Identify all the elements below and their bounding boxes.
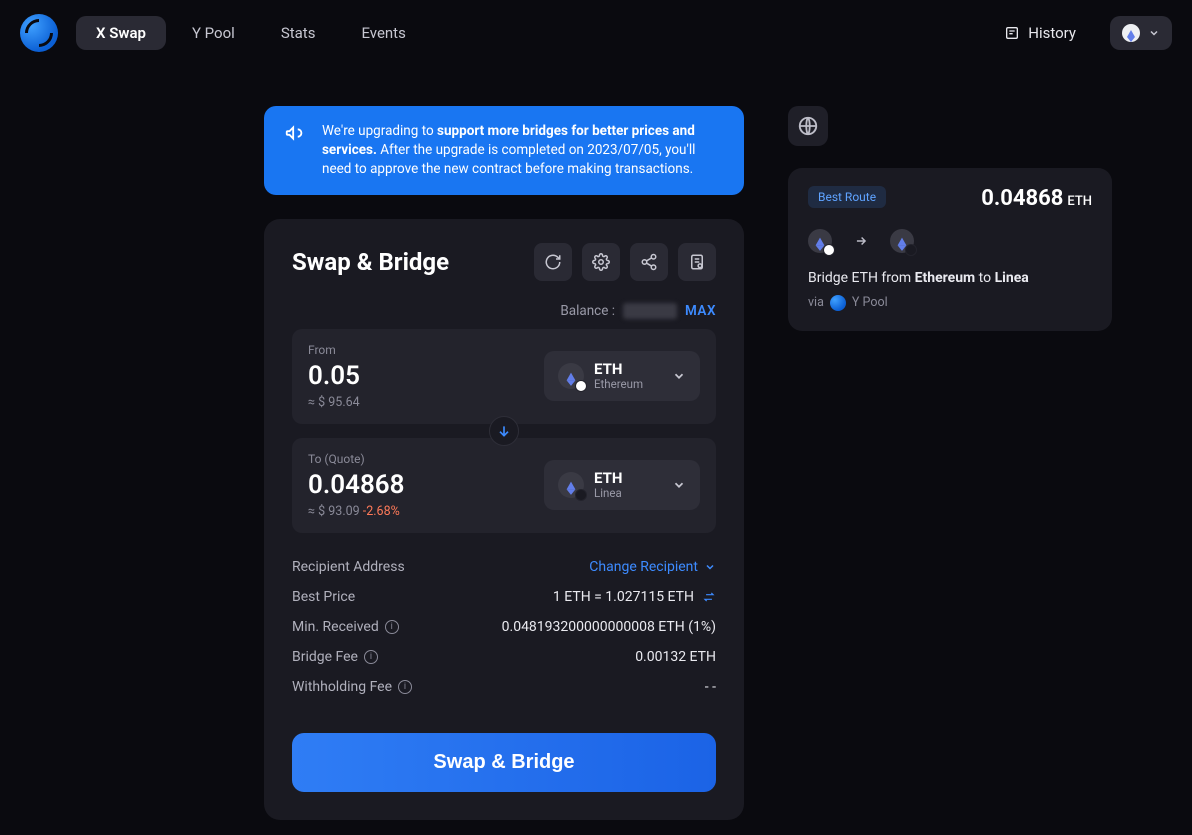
refresh-button[interactable]	[534, 243, 572, 281]
to-fiat-delta: -2.68%	[363, 504, 400, 519]
min-received-value: 0.048193200000000008 ETH (1%)	[502, 619, 716, 635]
chain-select[interactable]	[1110, 16, 1172, 50]
min-received-label: Min. Received	[292, 619, 379, 635]
from-box: From 0.05 ≈ $ 95.64 ETH Ethereum	[292, 329, 716, 424]
chevron-down-icon	[672, 369, 686, 383]
nav-tab-xswap[interactable]: X Swap	[76, 16, 166, 50]
info-icon[interactable]: i	[398, 680, 412, 694]
card-title: Swap & Bridge	[292, 248, 449, 276]
balance-label: Balance :	[560, 303, 615, 319]
settings-button[interactable]	[582, 243, 620, 281]
best-price-label: Best Price	[292, 589, 355, 605]
nav-tab-stats[interactable]: Stats	[261, 16, 336, 50]
history-button[interactable]: History	[990, 16, 1090, 50]
best-route-badge: Best Route	[808, 186, 886, 208]
share-button[interactable]	[630, 243, 668, 281]
route-card[interactable]: Best Route 0.04868 ETH Bridge ETH from Et…	[788, 168, 1112, 331]
from-token-select[interactable]: ETH Ethereum	[544, 351, 700, 402]
withholding-fee-label: Withholding Fee	[292, 679, 392, 695]
history-icon	[1004, 25, 1020, 41]
to-box: To (Quote) 0.04868 ≈ $ 93.09 -2.68% ETH …	[292, 438, 716, 533]
from-label: From	[308, 343, 360, 357]
swap-card: Swap & Bridge Balan	[264, 219, 744, 820]
nav-tab-ypool[interactable]: Y Pool	[172, 16, 255, 50]
eth-icon	[808, 229, 832, 253]
globe-button[interactable]	[788, 106, 828, 146]
from-token-symbol: ETH	[594, 361, 643, 378]
route-via-label: via	[808, 295, 824, 310]
bridge-fee-value: 0.00132 ETH	[635, 649, 716, 665]
recipient-label: Recipient Address	[292, 559, 405, 575]
arrow-right-icon	[854, 234, 868, 248]
to-token-select[interactable]: ETH Linea	[544, 460, 700, 511]
from-amount[interactable]: 0.05	[308, 361, 360, 391]
banner-text: We're upgrading to support more bridges …	[322, 122, 724, 179]
nav-tab-events[interactable]: Events	[341, 16, 425, 50]
to-fiat-value: ≈ $ 93.09	[308, 504, 363, 519]
change-recipient-button[interactable]: Change Recipient	[589, 559, 716, 575]
swap-icon[interactable]	[702, 590, 716, 604]
receipt-button[interactable]	[678, 243, 716, 281]
change-recipient-label: Change Recipient	[589, 559, 698, 575]
nav-tabs: X Swap Y Pool Stats Events	[76, 16, 426, 50]
route-description: Bridge ETH from Ethereum to Linea	[808, 269, 1092, 289]
best-price-value: 1 ETH = 1.027115 ETH	[553, 589, 694, 605]
route-desc-mid: to	[975, 270, 994, 286]
bridge-fee-label: Bridge Fee	[292, 649, 358, 665]
swap-bridge-button[interactable]: Swap & Bridge	[292, 733, 716, 792]
route-desc-from: Ethereum	[915, 270, 976, 286]
info-icon[interactable]: i	[385, 620, 399, 634]
to-fiat: ≈ $ 93.09 -2.68%	[308, 504, 405, 519]
eth-icon	[558, 472, 584, 498]
megaphone-icon	[284, 122, 306, 144]
balance-value	[623, 303, 677, 319]
upgrade-banner: We're upgrading to support more bridges …	[264, 106, 744, 195]
eth-icon	[558, 363, 584, 389]
swap-direction-button[interactable]	[489, 416, 519, 446]
history-label: History	[1028, 24, 1076, 42]
chevron-down-icon	[1148, 27, 1160, 39]
info-icon[interactable]: i	[364, 650, 378, 664]
to-amount: 0.04868	[308, 470, 405, 500]
app-logo[interactable]	[20, 14, 58, 52]
route-desc-to: Linea	[995, 270, 1029, 286]
from-token-network: Ethereum	[594, 377, 643, 391]
route-unit: ETH	[1067, 194, 1092, 209]
ethereum-icon	[1122, 24, 1140, 42]
max-button[interactable]: MAX	[685, 303, 716, 319]
route-via-name: Y Pool	[852, 295, 888, 310]
route-desc-pre: Bridge ETH from	[808, 270, 915, 286]
to-token-symbol: ETH	[594, 470, 622, 487]
withholding-fee-value: - -	[705, 679, 716, 695]
chevron-down-icon	[672, 478, 686, 492]
banner-post: After the upgrade is completed on 2023/0…	[322, 142, 695, 177]
from-fiat: ≈ $ 95.64	[308, 395, 360, 410]
ypool-icon	[830, 295, 846, 311]
eth-icon	[890, 229, 914, 253]
to-label: To (Quote)	[308, 452, 405, 466]
route-amount: 0.04868	[981, 186, 1063, 211]
banner-pre: We're upgrading to	[322, 123, 437, 139]
to-token-network: Linea	[594, 486, 622, 500]
